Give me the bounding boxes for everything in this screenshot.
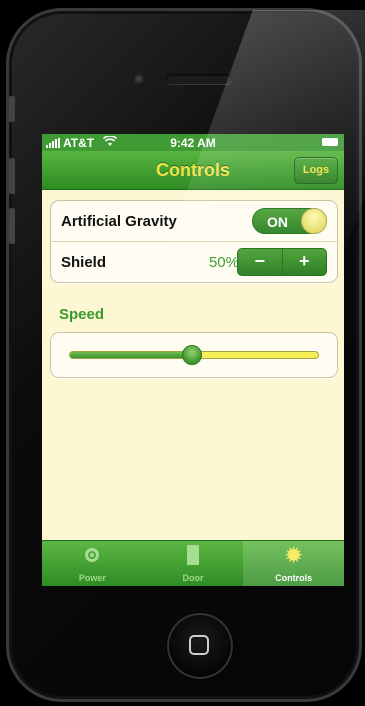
gear-icon: ✹: [285, 544, 303, 567]
front-camera: [134, 74, 146, 86]
speed-slider-group: [50, 332, 338, 378]
settings-group: Artificial Gravity ON Shield 50% − +: [50, 200, 338, 283]
earpiece-speaker: [166, 74, 232, 84]
door-icon: [187, 545, 199, 565]
volume-up-button: [9, 158, 15, 194]
battery-icon: [322, 138, 338, 146]
home-button[interactable]: [167, 613, 233, 679]
tab-controls[interactable]: ✹ Controls: [243, 541, 344, 586]
mute-switch: [9, 96, 15, 122]
tab-door-label: Door: [182, 573, 204, 583]
tab-door[interactable]: Door: [143, 541, 244, 586]
speed-slider-fill: [70, 352, 192, 358]
home-square-icon: [189, 635, 209, 655]
navigation-bar: Controls Logs: [42, 151, 344, 190]
shield-value: 50%: [208, 253, 239, 271]
volume-down-button: [9, 208, 15, 244]
status-bar: AT&T 9:42 AM: [42, 134, 344, 151]
gravity-row: Artificial Gravity ON: [51, 201, 337, 241]
shield-label: Shield: [61, 253, 107, 271]
shield-stepper: − +: [237, 248, 327, 276]
tab-power-label: Power: [78, 573, 106, 583]
tab-controls-label: Controls: [275, 573, 313, 583]
toggle-knob[interactable]: [301, 208, 327, 234]
speed-label: Speed: [59, 306, 105, 323]
gravity-label: Artificial Gravity: [61, 212, 177, 230]
toggle-state-text: ON: [267, 214, 288, 230]
speed-slider-thumb[interactable]: [181, 345, 202, 365]
shield-row: Shield 50% − +: [51, 241, 337, 282]
shield-decrease-button[interactable]: −: [238, 249, 283, 275]
app-screen: AT&T 9:42 AM Controls Logs Artificial Gr…: [42, 134, 344, 586]
gravity-toggle[interactable]: ON: [252, 208, 327, 234]
tab-bar: Power Door ✹ Controls: [42, 540, 344, 586]
power-icon: [85, 548, 100, 562]
logs-button[interactable]: Logs: [294, 157, 338, 184]
shield-increase-button[interactable]: +: [283, 249, 327, 275]
status-time: 9:42 AM: [170, 135, 216, 150]
tab-power[interactable]: Power: [42, 541, 143, 586]
